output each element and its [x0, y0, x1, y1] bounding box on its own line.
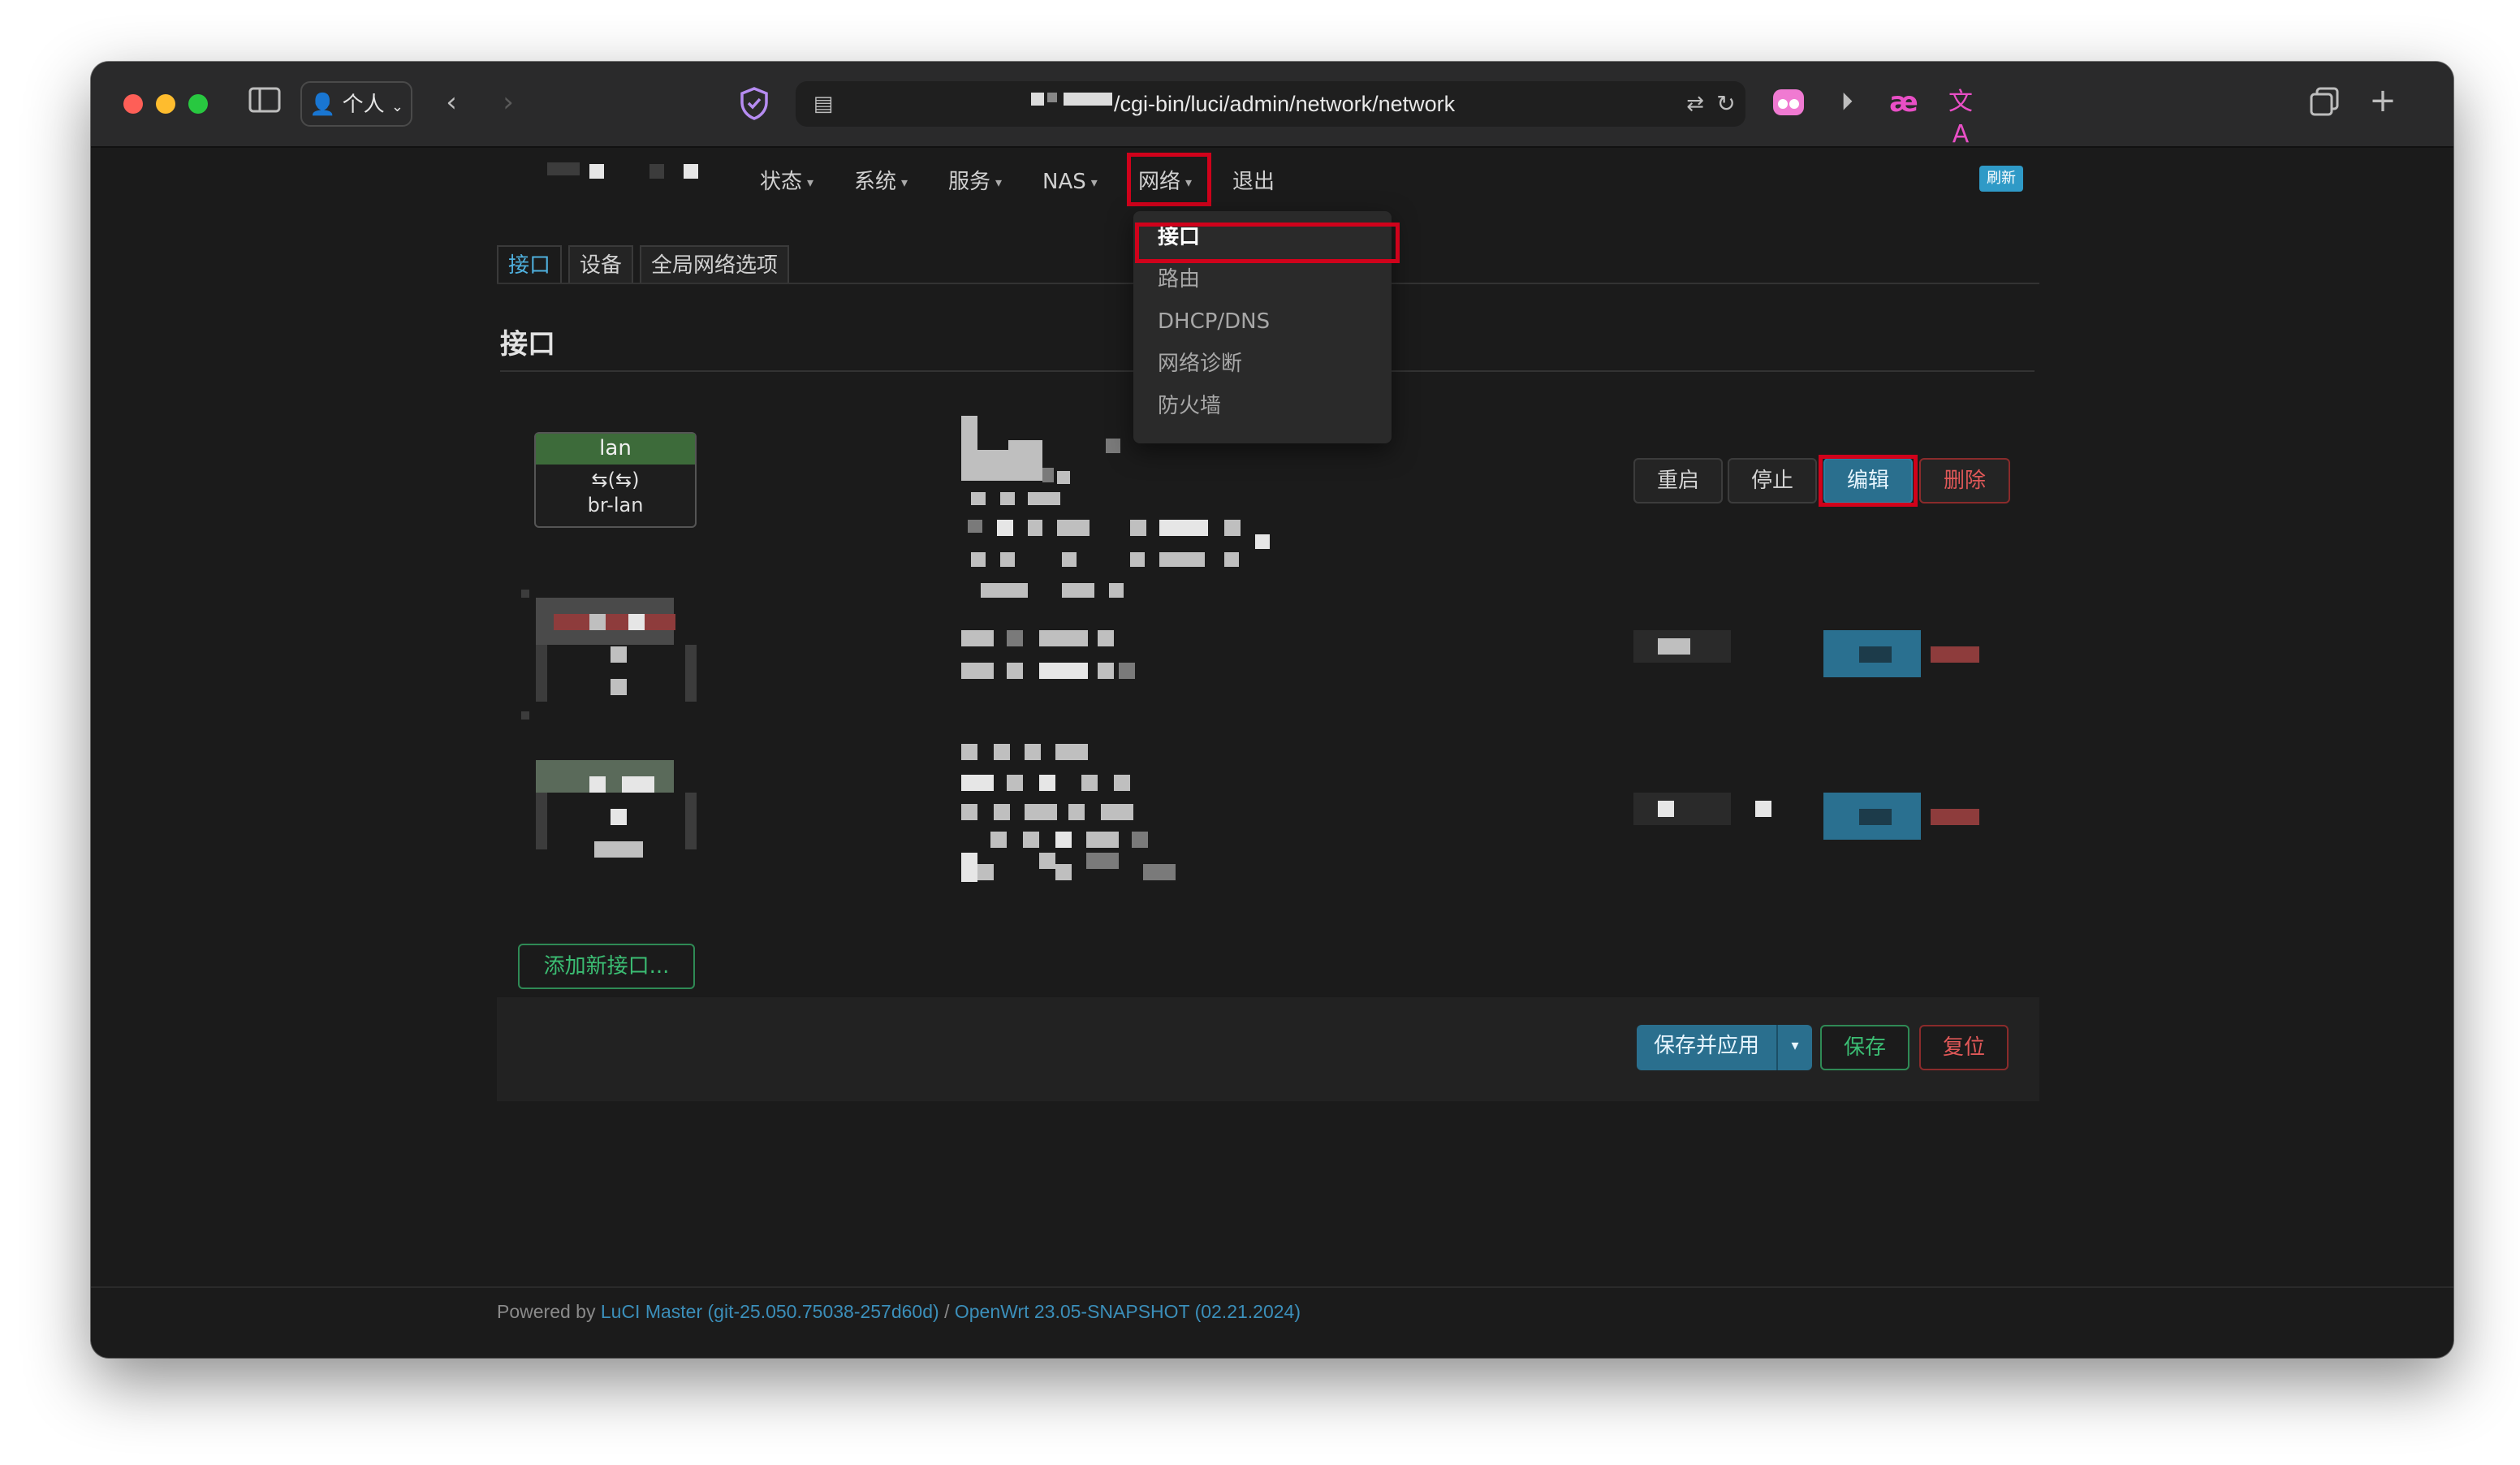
translate-icon[interactable]: ⇄	[1681, 88, 1710, 120]
back-icon[interactable]: ‹	[435, 86, 468, 119]
browser-toolbar: 👤 个人 ⌄ ‹ › ▤ /cgi-bin/luci/admin/network…	[91, 62, 2453, 151]
nav-status[interactable]: 状态 ▾	[760, 162, 813, 201]
save-apply-dropdown[interactable]: ▾	[1776, 1025, 1812, 1070]
redacted-host	[1047, 93, 1057, 102]
chevron-down-icon: ⌄	[391, 98, 403, 115]
nav-services[interactable]: 服务 ▾	[948, 162, 1002, 201]
save-apply-button[interactable]: 保存并应用	[1637, 1025, 1776, 1070]
save-button[interactable]: 保存	[1820, 1025, 1909, 1070]
tab-interfaces[interactable]: 接口	[497, 245, 562, 284]
redacted-hostname	[547, 162, 580, 175]
translate-extension-icon[interactable]: 文A	[1942, 86, 1979, 151]
delete-button[interactable]: 删除	[1919, 458, 2010, 503]
stop-button[interactable]: 停止	[1728, 458, 1817, 503]
profile-label: 个人	[342, 93, 385, 117]
annotation-highlight-interfaces	[1135, 223, 1400, 263]
nav-logout[interactable]: 退出	[1232, 162, 1275, 201]
tab-devices[interactable]: 设备	[568, 245, 633, 284]
nav-system[interactable]: 系统 ▾	[854, 162, 908, 201]
redacted-hostname	[684, 164, 698, 179]
interface-device: br-lan	[587, 494, 644, 516]
menu-item-firewall[interactable]: 防火墙	[1158, 390, 1221, 422]
redacted-hostname	[649, 164, 664, 179]
reload-icon[interactable]: ↻	[1711, 88, 1741, 120]
tab-global-network-options[interactable]: 全局网络选项	[640, 245, 789, 284]
add-interface-button[interactable]: 添加新接口...	[518, 944, 695, 989]
openwrt-version-link[interactable]: OpenWrt 23.05-SNAPSHOT (02.21.2024)	[955, 1301, 1301, 1322]
redacted-host	[1031, 93, 1044, 106]
restart-button[interactable]: 重启	[1633, 458, 1723, 503]
section-title: 接口	[500, 328, 555, 361]
play-extension-icon[interactable]: ⏵	[1828, 86, 1866, 119]
extension-icon[interactable]	[1770, 86, 1807, 126]
minimize-window-button[interactable]	[156, 94, 175, 114]
menu-item-dhcp-dns[interactable]: DHCP/DNS	[1158, 305, 1270, 338]
footer-powered-by: Powered by	[497, 1301, 601, 1322]
browser-window: 👤 个人 ⌄ ‹ › ▤ /cgi-bin/luci/admin/network…	[91, 62, 2453, 1358]
sidebar-toggle-icon[interactable]	[247, 86, 283, 121]
annotation-highlight-edit	[1819, 455, 1918, 507]
person-icon: 👤	[309, 93, 336, 117]
address-bar[interactable]: ▤ /cgi-bin/luci/admin/network/network ⇄ …	[796, 81, 1745, 127]
footer: Powered by LuCI Master (git-25.050.75038…	[497, 1301, 1301, 1323]
interface-badge-lan: lan ⇆(⇆) br-lan	[534, 432, 697, 528]
redacted-host	[1064, 93, 1112, 106]
footer-separator: /	[939, 1301, 955, 1322]
menu-item-routes[interactable]: 路由	[1158, 263, 1200, 296]
reset-button[interactable]: 复位	[1919, 1025, 2009, 1070]
refresh-badge[interactable]: 刷新	[1979, 166, 2023, 192]
profile-button[interactable]: 👤 个人 ⌄	[300, 81, 412, 127]
port-icons: ⇆(⇆)	[591, 469, 640, 491]
ae-extension-icon[interactable]: æ	[1885, 86, 1922, 119]
redacted-hostname	[589, 164, 604, 179]
url-text: /cgi-bin/luci/admin/network/network	[1114, 92, 1456, 116]
new-tab-icon[interactable]: +	[2364, 84, 2401, 117]
annotation-highlight-network	[1127, 153, 1211, 206]
footer-divider	[91, 1286, 2453, 1288]
tabs-overview-icon[interactable]	[2306, 86, 2343, 124]
page-menu-icon[interactable]: ▤	[809, 88, 838, 120]
chevron-down-icon: ▾	[1791, 1037, 1799, 1054]
zoom-window-button[interactable]	[188, 94, 208, 114]
interface-name: lan	[536, 434, 695, 465]
close-window-button[interactable]	[123, 94, 143, 114]
shield-icon[interactable]	[734, 86, 775, 127]
luci-version-link[interactable]: LuCI Master (git-25.050.75038-257d60d)	[601, 1301, 939, 1322]
nav-nas[interactable]: NAS ▾	[1042, 162, 1098, 201]
forward-icon[interactable]: ›	[492, 86, 524, 119]
menu-item-diagnostics[interactable]: 网络诊断	[1158, 348, 1242, 380]
